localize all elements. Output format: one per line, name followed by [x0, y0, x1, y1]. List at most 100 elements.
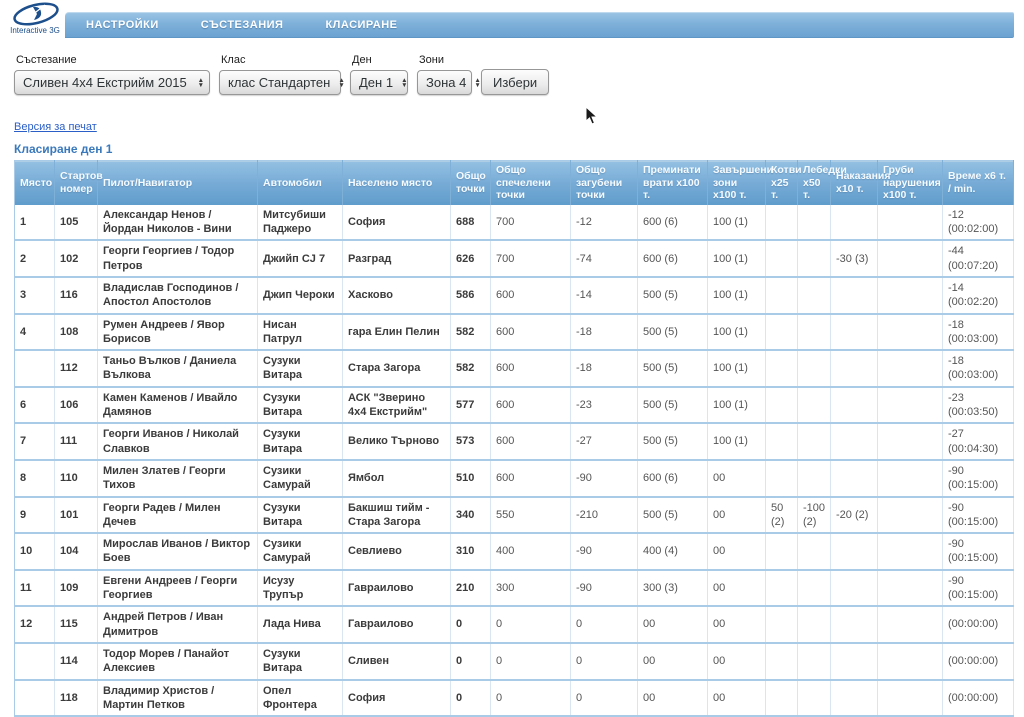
table-cell	[831, 606, 878, 643]
table-cell: -100 (2)	[798, 497, 831, 534]
table-cell	[766, 240, 798, 277]
table-cell: 6	[15, 387, 55, 424]
table-cell	[831, 423, 878, 460]
table-cell: 600	[491, 387, 571, 424]
table-cell	[831, 205, 878, 241]
table-cell: Стара Загора	[343, 350, 451, 387]
tab-ranking[interactable]: КЛАСИРАНЕ	[304, 19, 418, 31]
table-cell	[878, 350, 943, 387]
table-cell: Владимир Христов / Мартин Петков	[98, 680, 258, 717]
table-cell	[831, 387, 878, 424]
column-header: Общо загубени точки	[571, 161, 638, 205]
table-cell: 8	[15, 460, 55, 497]
zones-group: Зони Зона 4 ▲▼	[417, 54, 472, 95]
table-cell	[878, 387, 943, 424]
table-cell: Мирослав Иванов / Виктор Боев	[98, 533, 258, 570]
table-cell: 510	[451, 460, 491, 497]
table-cell	[831, 570, 878, 607]
day-select[interactable]: Ден 1 ▲▼	[350, 70, 408, 95]
table-cell: 102	[55, 240, 98, 277]
table-cell: 118	[55, 680, 98, 717]
column-header: Място	[15, 161, 55, 205]
table-cell: -210	[571, 497, 638, 534]
table-cell: 00	[708, 570, 766, 607]
select-button[interactable]: Избери	[481, 69, 549, 95]
table-cell: Сузуки Витара	[258, 387, 343, 424]
table-cell: 400	[491, 533, 571, 570]
table-cell: -23 (00:03:50)	[943, 387, 1014, 424]
table-cell: 600 (6)	[638, 460, 708, 497]
competition-select[interactable]: Сливен 4x4 Екстрийм 2015 ▲▼	[14, 70, 210, 95]
table-cell: Милен Златев / Георги Тихов	[98, 460, 258, 497]
table-cell	[798, 277, 831, 314]
table-cell	[798, 240, 831, 277]
table-cell: 111	[55, 423, 98, 460]
table-cell	[766, 533, 798, 570]
table-cell: -90 (00:15:00)	[943, 497, 1014, 534]
table-row: 118Владимир Христов / Мартин ПетковОпел …	[15, 680, 1014, 717]
print-version-link[interactable]: Версия за печат	[14, 121, 97, 133]
table-cell: 600	[491, 277, 571, 314]
table-body: 1105Александар Ненов / Йордан Николов - …	[15, 205, 1014, 716]
table-cell	[798, 314, 831, 351]
day-label: Ден	[352, 54, 408, 66]
table-cell: 116	[55, 277, 98, 314]
table-cell: 00	[708, 460, 766, 497]
table-cell: гара Елин Пелин	[343, 314, 451, 351]
table-cell: 110	[55, 460, 98, 497]
table-cell	[766, 570, 798, 607]
table-cell	[798, 643, 831, 680]
table-cell	[798, 387, 831, 424]
table-cell: 700	[491, 205, 571, 241]
table-cell: 500 (5)	[638, 423, 708, 460]
table-cell: Велико Търново	[343, 423, 451, 460]
table-cell: Гавраилово	[343, 606, 451, 643]
table-cell	[798, 423, 831, 460]
table-cell: АСК "Зверино 4x4 Екстрийм"	[343, 387, 451, 424]
table-cell: -18	[571, 350, 638, 387]
class-select[interactable]: клас Стандартен ▲▼	[219, 70, 341, 95]
table-cell	[798, 533, 831, 570]
table-cell: 600	[491, 314, 571, 351]
table-cell: Нисан Патрул	[258, 314, 343, 351]
table-cell: Тодор Морев / Панайот Алексиев	[98, 643, 258, 680]
tab-settings[interactable]: НАСТРОЙКИ	[65, 19, 180, 31]
table-cell: 104	[55, 533, 98, 570]
table-cell: Георги Радев / Милен Дечев	[98, 497, 258, 534]
zones-value: Зона 4	[426, 75, 466, 90]
table-cell: 100 (1)	[708, 350, 766, 387]
table-cell	[766, 277, 798, 314]
table-cell: -12	[571, 205, 638, 241]
table-cell: Андрей Петров / Иван Димитров	[98, 606, 258, 643]
table-cell: 4	[15, 314, 55, 351]
table-cell	[831, 460, 878, 497]
table-cell: -20 (2)	[831, 497, 878, 534]
table-cell	[878, 423, 943, 460]
select-arrows-icon: ▲▼	[198, 78, 204, 88]
table-cell	[878, 205, 943, 241]
table-cell: 105	[55, 205, 98, 241]
table-cell: 600 (6)	[638, 205, 708, 241]
table-cell: 0	[571, 680, 638, 717]
table-cell: (00:00:00)	[943, 606, 1014, 643]
tab-competitions[interactable]: СЪСТЕЗАНИЯ	[180, 19, 305, 31]
table-cell: 9	[15, 497, 55, 534]
table-cell: -90	[571, 460, 638, 497]
table-cell: 550	[491, 497, 571, 534]
zones-select[interactable]: Зона 4 ▲▼	[417, 70, 472, 95]
table-cell: Александар Ненов / Йордан Николов - Вини	[98, 205, 258, 241]
competition-label: Състезание	[16, 54, 210, 66]
table-cell	[766, 460, 798, 497]
column-header: Пилот/Навигатор	[98, 161, 258, 205]
table-cell: 00	[638, 680, 708, 717]
table-cell	[831, 643, 878, 680]
table-cell: -74	[571, 240, 638, 277]
table-cell	[766, 314, 798, 351]
table-cell: Джийп CJ 7	[258, 240, 343, 277]
table-cell: Таньо Вълков / Даниела Вълкова	[98, 350, 258, 387]
table-cell: 00	[638, 643, 708, 680]
table-cell	[15, 680, 55, 717]
table-cell: -30 (3)	[831, 240, 878, 277]
table-cell: София	[343, 205, 451, 241]
table-cell: Сузуки Витара	[258, 497, 343, 534]
